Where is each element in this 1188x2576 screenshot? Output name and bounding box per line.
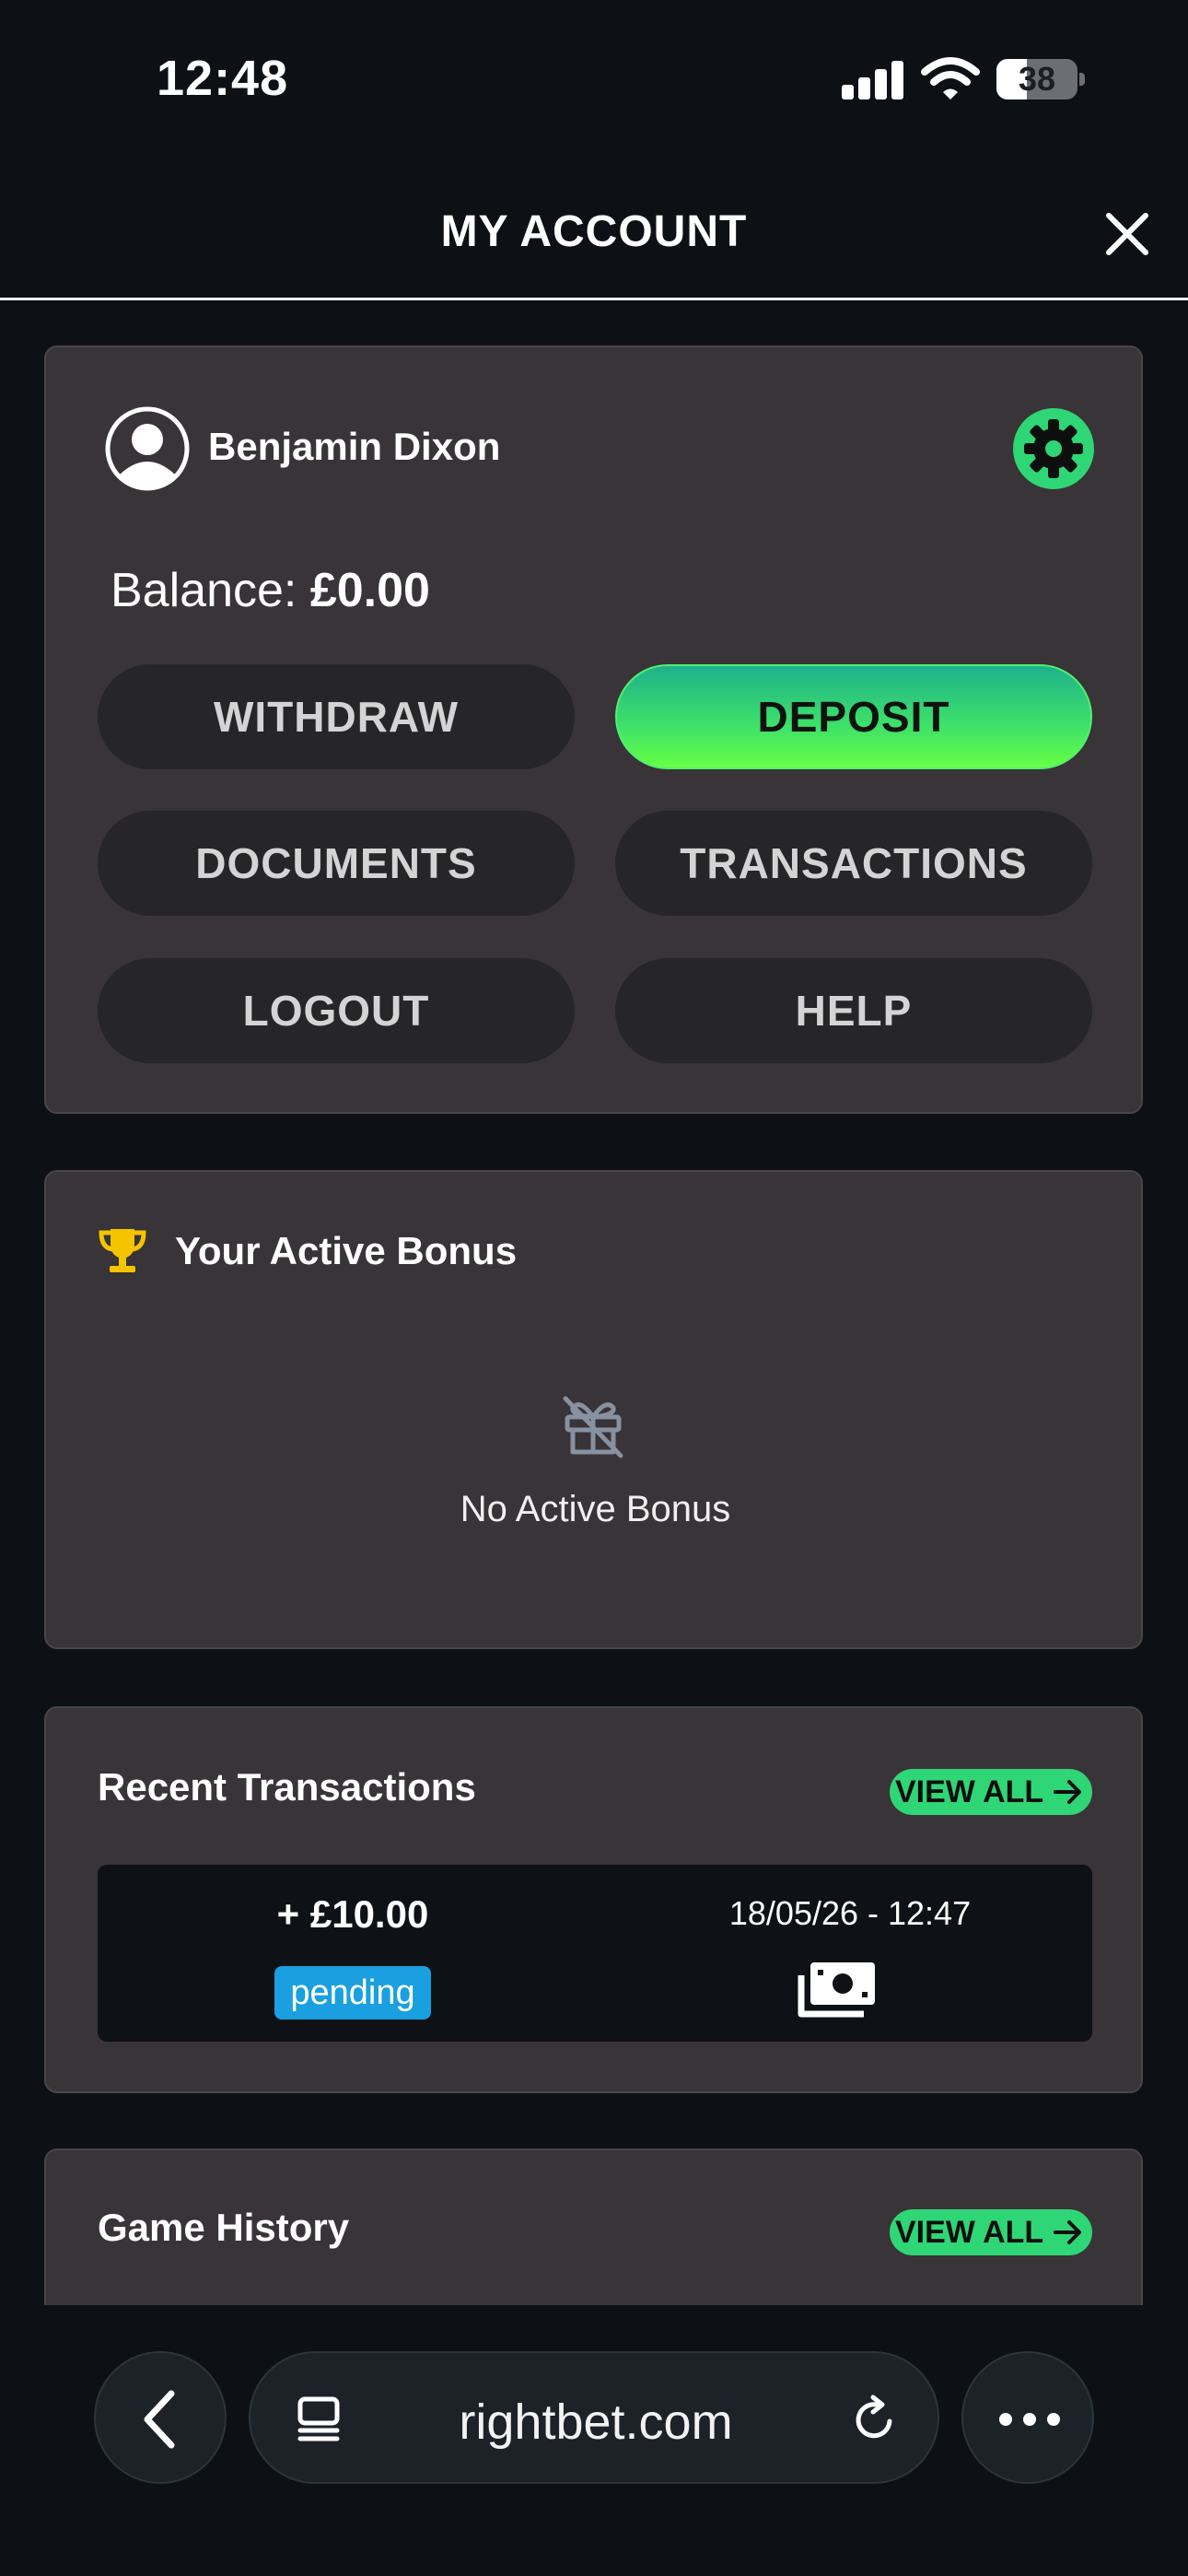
game-history-title: Game History: [98, 2206, 350, 2249]
recent-transactions-card: Recent Transactions VIEW ALL + £10.00 18…: [44, 1706, 1143, 2093]
close-icon[interactable]: [1101, 208, 1153, 260]
view-all-label: VIEW ALL: [895, 2215, 1044, 2250]
balance-value: £0.00: [309, 564, 430, 617]
cash-icon: [798, 1962, 875, 2018]
status-bar: 12:48 38: [0, 0, 1188, 157]
deposit-button[interactable]: DEPOSIT: [615, 664, 1092, 769]
view-all-label: VIEW ALL: [895, 1774, 1044, 1809]
avatar-icon: [105, 406, 190, 491]
more-icon: [999, 2413, 1060, 2426]
page-header: MY ACCOUNT: [0, 181, 1188, 300]
documents-button[interactable]: DOCUMENTS: [98, 811, 575, 916]
reload-icon[interactable]: [849, 2394, 901, 2445]
transaction-amount: + £10.00: [276, 1892, 429, 1936]
chevron-left-icon: [144, 2390, 175, 2449]
back-button[interactable]: [94, 2351, 227, 2484]
account-card: Benjamin Dixon Balance: £0.00 WITHDRAW D…: [44, 345, 1143, 1114]
trophy-icon: [99, 1229, 146, 1272]
battery-level: 38: [1018, 60, 1056, 98]
bonus-title: Your Active Bonus: [175, 1229, 518, 1272]
arrow-right-icon: [1054, 1780, 1081, 1804]
transactions-title: Recent Transactions: [98, 1765, 476, 1809]
user-name: Benjamin Dixon: [208, 425, 501, 468]
transaction-date: 18/05/26 - 12:47: [728, 1894, 972, 1932]
view-all-games-button[interactable]: VIEW ALL: [890, 2209, 1092, 2255]
transactions-button[interactable]: TRANSACTIONS: [615, 811, 1092, 916]
help-button[interactable]: HELP: [615, 958, 1092, 1063]
view-all-transactions-button[interactable]: VIEW ALL: [890, 1769, 1092, 1815]
url-text: rightbet.com: [459, 2395, 733, 2450]
wifi-icon: [921, 57, 980, 100]
browser-toolbar: rightbet.com: [0, 2305, 1188, 2576]
withdraw-button[interactable]: WITHDRAW: [98, 664, 575, 769]
page-title: MY ACCOUNT: [440, 207, 748, 256]
logout-button[interactable]: LOGOUT: [98, 958, 575, 1063]
transaction-row[interactable]: + £10.00 18/05/26 - 12:47 pending: [98, 1865, 1092, 2042]
more-button[interactable]: [961, 2351, 1094, 2484]
active-bonus-card: Your Active Bonus No Active Bonus: [44, 1170, 1143, 1649]
url-bar[interactable]: rightbet.com: [249, 2351, 939, 2484]
balance: Balance: £0.00: [111, 563, 430, 618]
status-badge: pending: [274, 1966, 431, 2020]
balance-label: Balance:: [111, 564, 297, 617]
no-bonus-text: No Active Bonus: [460, 1489, 731, 1529]
arrow-right-icon: [1054, 2220, 1081, 2244]
signal-icon: [842, 59, 904, 100]
gift-off-icon: [563, 1396, 623, 1458]
status-time: 12:48: [157, 51, 289, 106]
settings-button[interactable]: [1013, 408, 1094, 489]
gear-icon: [1024, 419, 1083, 478]
battery-icon: 38: [996, 59, 1085, 100]
